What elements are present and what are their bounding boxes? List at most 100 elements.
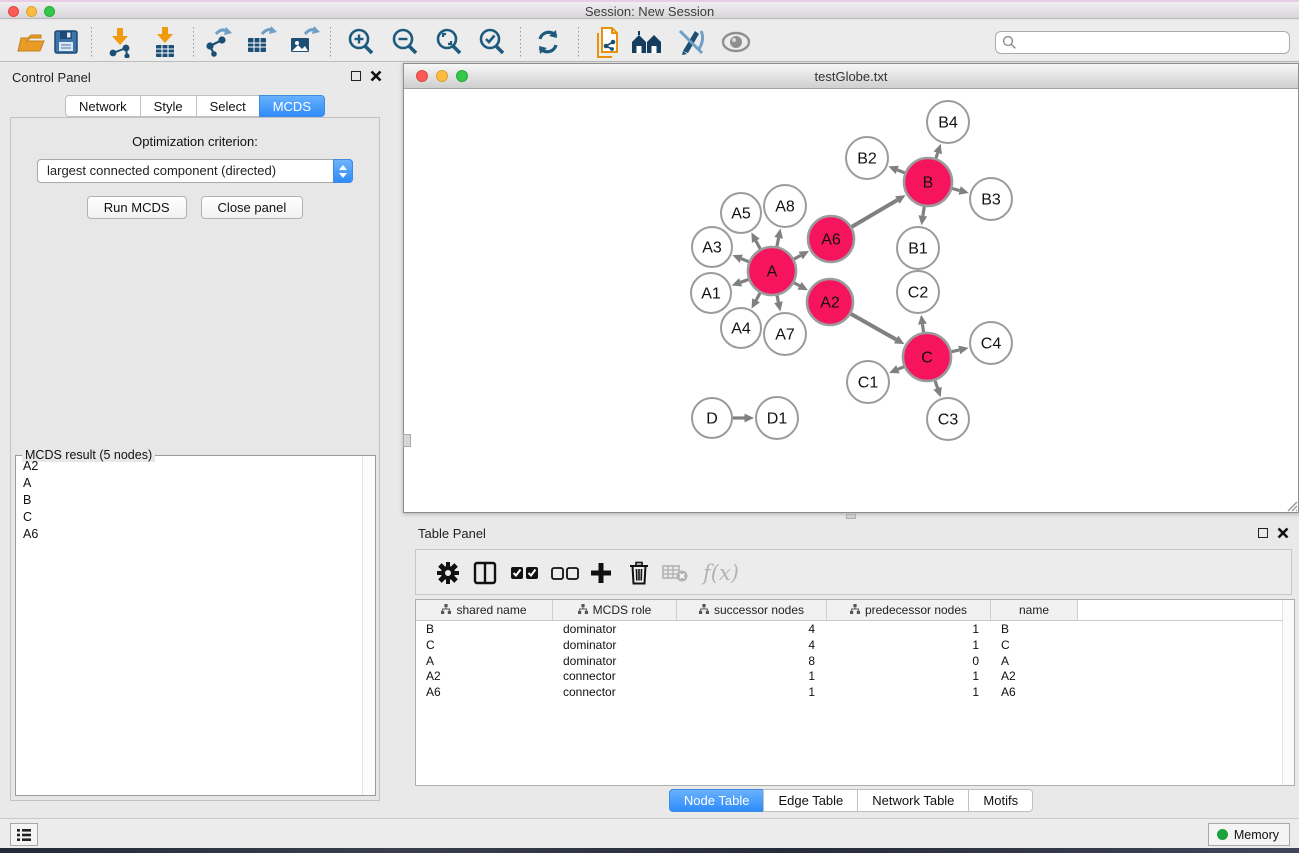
cell-MCDS-role[interactable]: dominator [553,653,677,669]
table-row[interactable]: Adominator80A [416,653,1294,669]
edge-A-A7[interactable] [777,295,778,302]
edge-B-B4[interactable] [936,153,938,158]
cell-predecessor-nodes[interactable]: 1 [827,684,991,700]
mcds-result-item[interactable]: A6 [17,526,361,543]
cell-shared-name[interactable]: B [416,621,553,637]
table-row[interactable]: Bdominator41B [416,621,1294,637]
column-header-name[interactable]: name [991,600,1078,620]
cell-predecessor-nodes[interactable]: 1 [827,637,991,653]
cell-name[interactable]: A [991,653,1078,669]
mcds-result-item[interactable]: C [17,509,361,526]
float-panel-icon[interactable] [351,71,361,81]
delete-table-icon[interactable] [659,557,691,589]
node-table[interactable]: shared nameMCDS rolesuccessor nodesprede… [415,599,1295,786]
edge-C-C1[interactable] [898,367,904,370]
column-header-shared-name[interactable]: shared name [416,600,553,620]
table-tab-edge-table[interactable]: Edge Table [763,789,857,812]
resize-handle-icon[interactable] [1284,498,1298,512]
zoom-selected-icon[interactable] [475,25,509,59]
column-header-successor-nodes[interactable]: successor nodes [677,600,827,620]
cell-shared-name[interactable]: A [416,653,553,669]
edge-A-A2[interactable] [794,283,800,286]
task-history-button[interactable] [10,823,38,846]
edge-C-C2[interactable] [922,324,923,332]
cell-successor-nodes[interactable]: 8 [677,653,827,669]
cell-name[interactable]: A6 [991,684,1078,700]
mcds-result-item[interactable]: A [17,475,361,492]
cell-shared-name[interactable]: C [416,637,553,653]
cell-name[interactable]: A2 [991,668,1078,684]
cell-predecessor-nodes[interactable]: 1 [827,668,991,684]
tab-select[interactable]: Select [196,95,259,117]
tab-style[interactable]: Style [140,95,196,117]
function-builder-button[interactable]: f(x) [697,557,745,589]
cell-MCDS-role[interactable]: dominator [553,637,677,653]
add-column-icon[interactable] [585,557,617,589]
table-row[interactable]: A2connector11A2 [416,668,1294,684]
tab-mcds[interactable]: MCDS [259,95,325,117]
select-all-icon[interactable] [509,557,541,589]
edge-A-A4[interactable] [756,293,760,300]
criterion-select[interactable]: largest connected component (directed) [37,159,353,183]
window-grip[interactable] [403,434,411,447]
clone-network-icon[interactable] [590,25,624,59]
show-columns-icon[interactable] [469,557,501,589]
search-input[interactable] [995,31,1290,54]
close-panel-button[interactable]: Close panel [201,196,304,219]
edge-A-A8[interactable] [777,238,779,247]
open-session-icon[interactable] [13,25,47,59]
edge-A-A3[interactable] [741,259,749,262]
import-network-icon[interactable] [103,25,137,59]
edge-B-B1[interactable] [923,207,924,216]
cell-name[interactable]: B [991,621,1078,637]
mcds-result-item[interactable]: A2 [17,458,361,475]
search-field[interactable] [995,31,1290,54]
export-table-icon[interactable] [244,25,278,59]
cell-shared-name[interactable]: A2 [416,668,553,684]
zoom-in-icon[interactable] [344,25,378,59]
cell-successor-nodes[interactable]: 1 [677,668,827,684]
edge-B-B2[interactable] [897,170,904,173]
edge-B-B3[interactable] [952,189,959,191]
network-graph[interactable]: B4B2BB3A8A5A6A3B1AC2A1A2A4A7C4CC1C3DD1 [404,89,1298,512]
edge-A-A5[interactable] [756,241,760,249]
memory-button[interactable]: Memory [1208,823,1290,846]
eye-icon[interactable] [719,25,753,59]
ndex-home-icon[interactable] [630,25,664,59]
table-row[interactable]: Cdominator41C [416,637,1294,653]
delete-columns-icon[interactable] [623,557,655,589]
run-mcds-button[interactable]: Run MCDS [87,196,187,219]
table-row[interactable]: A6connector11A6 [416,684,1294,700]
table-scrollbar[interactable] [1282,600,1294,785]
mcds-result-item[interactable]: B [17,492,361,509]
import-table-icon[interactable] [148,25,182,59]
network-canvas[interactable]: B4B2BB3A8A5A6A3B1AC2A1A2A4A7C4CC1C3DD1 [404,89,1298,512]
close-panel-icon[interactable] [370,70,382,82]
cell-shared-name[interactable]: A6 [416,684,553,700]
cell-successor-nodes[interactable]: 1 [677,684,827,700]
column-header-predecessor-nodes[interactable]: predecessor nodes [827,600,991,620]
cell-name[interactable]: C [991,637,1078,653]
edge-A-A1[interactable] [741,279,749,282]
float-table-panel-icon[interactable] [1258,528,1268,538]
zoom-fit-icon[interactable] [432,25,466,59]
cell-MCDS-role[interactable]: connector [553,684,677,700]
result-scrollbar[interactable] [362,456,375,795]
cell-successor-nodes[interactable]: 4 [677,621,827,637]
edge-A6-B[interactable] [852,200,898,227]
cell-predecessor-nodes[interactable]: 0 [827,653,991,669]
cell-successor-nodes[interactable]: 4 [677,637,827,653]
refresh-layout-icon[interactable] [531,25,565,59]
table-tab-motifs[interactable]: Motifs [968,789,1033,812]
network-window-titlebar[interactable]: testGlobe.txt [404,64,1298,89]
table-tab-network-table[interactable]: Network Table [857,789,968,812]
table-tab-node-table[interactable]: Node Table [669,789,764,812]
cell-MCDS-role[interactable]: connector [553,668,677,684]
export-network-icon[interactable] [201,25,235,59]
close-table-panel-icon[interactable] [1277,527,1289,539]
export-image-icon[interactable] [287,25,321,59]
save-session-icon[interactable] [49,25,83,59]
annotation-toggle-icon[interactable] [674,25,708,59]
edge-A2-C[interactable] [851,314,896,340]
edge-A-A6[interactable] [794,255,801,259]
